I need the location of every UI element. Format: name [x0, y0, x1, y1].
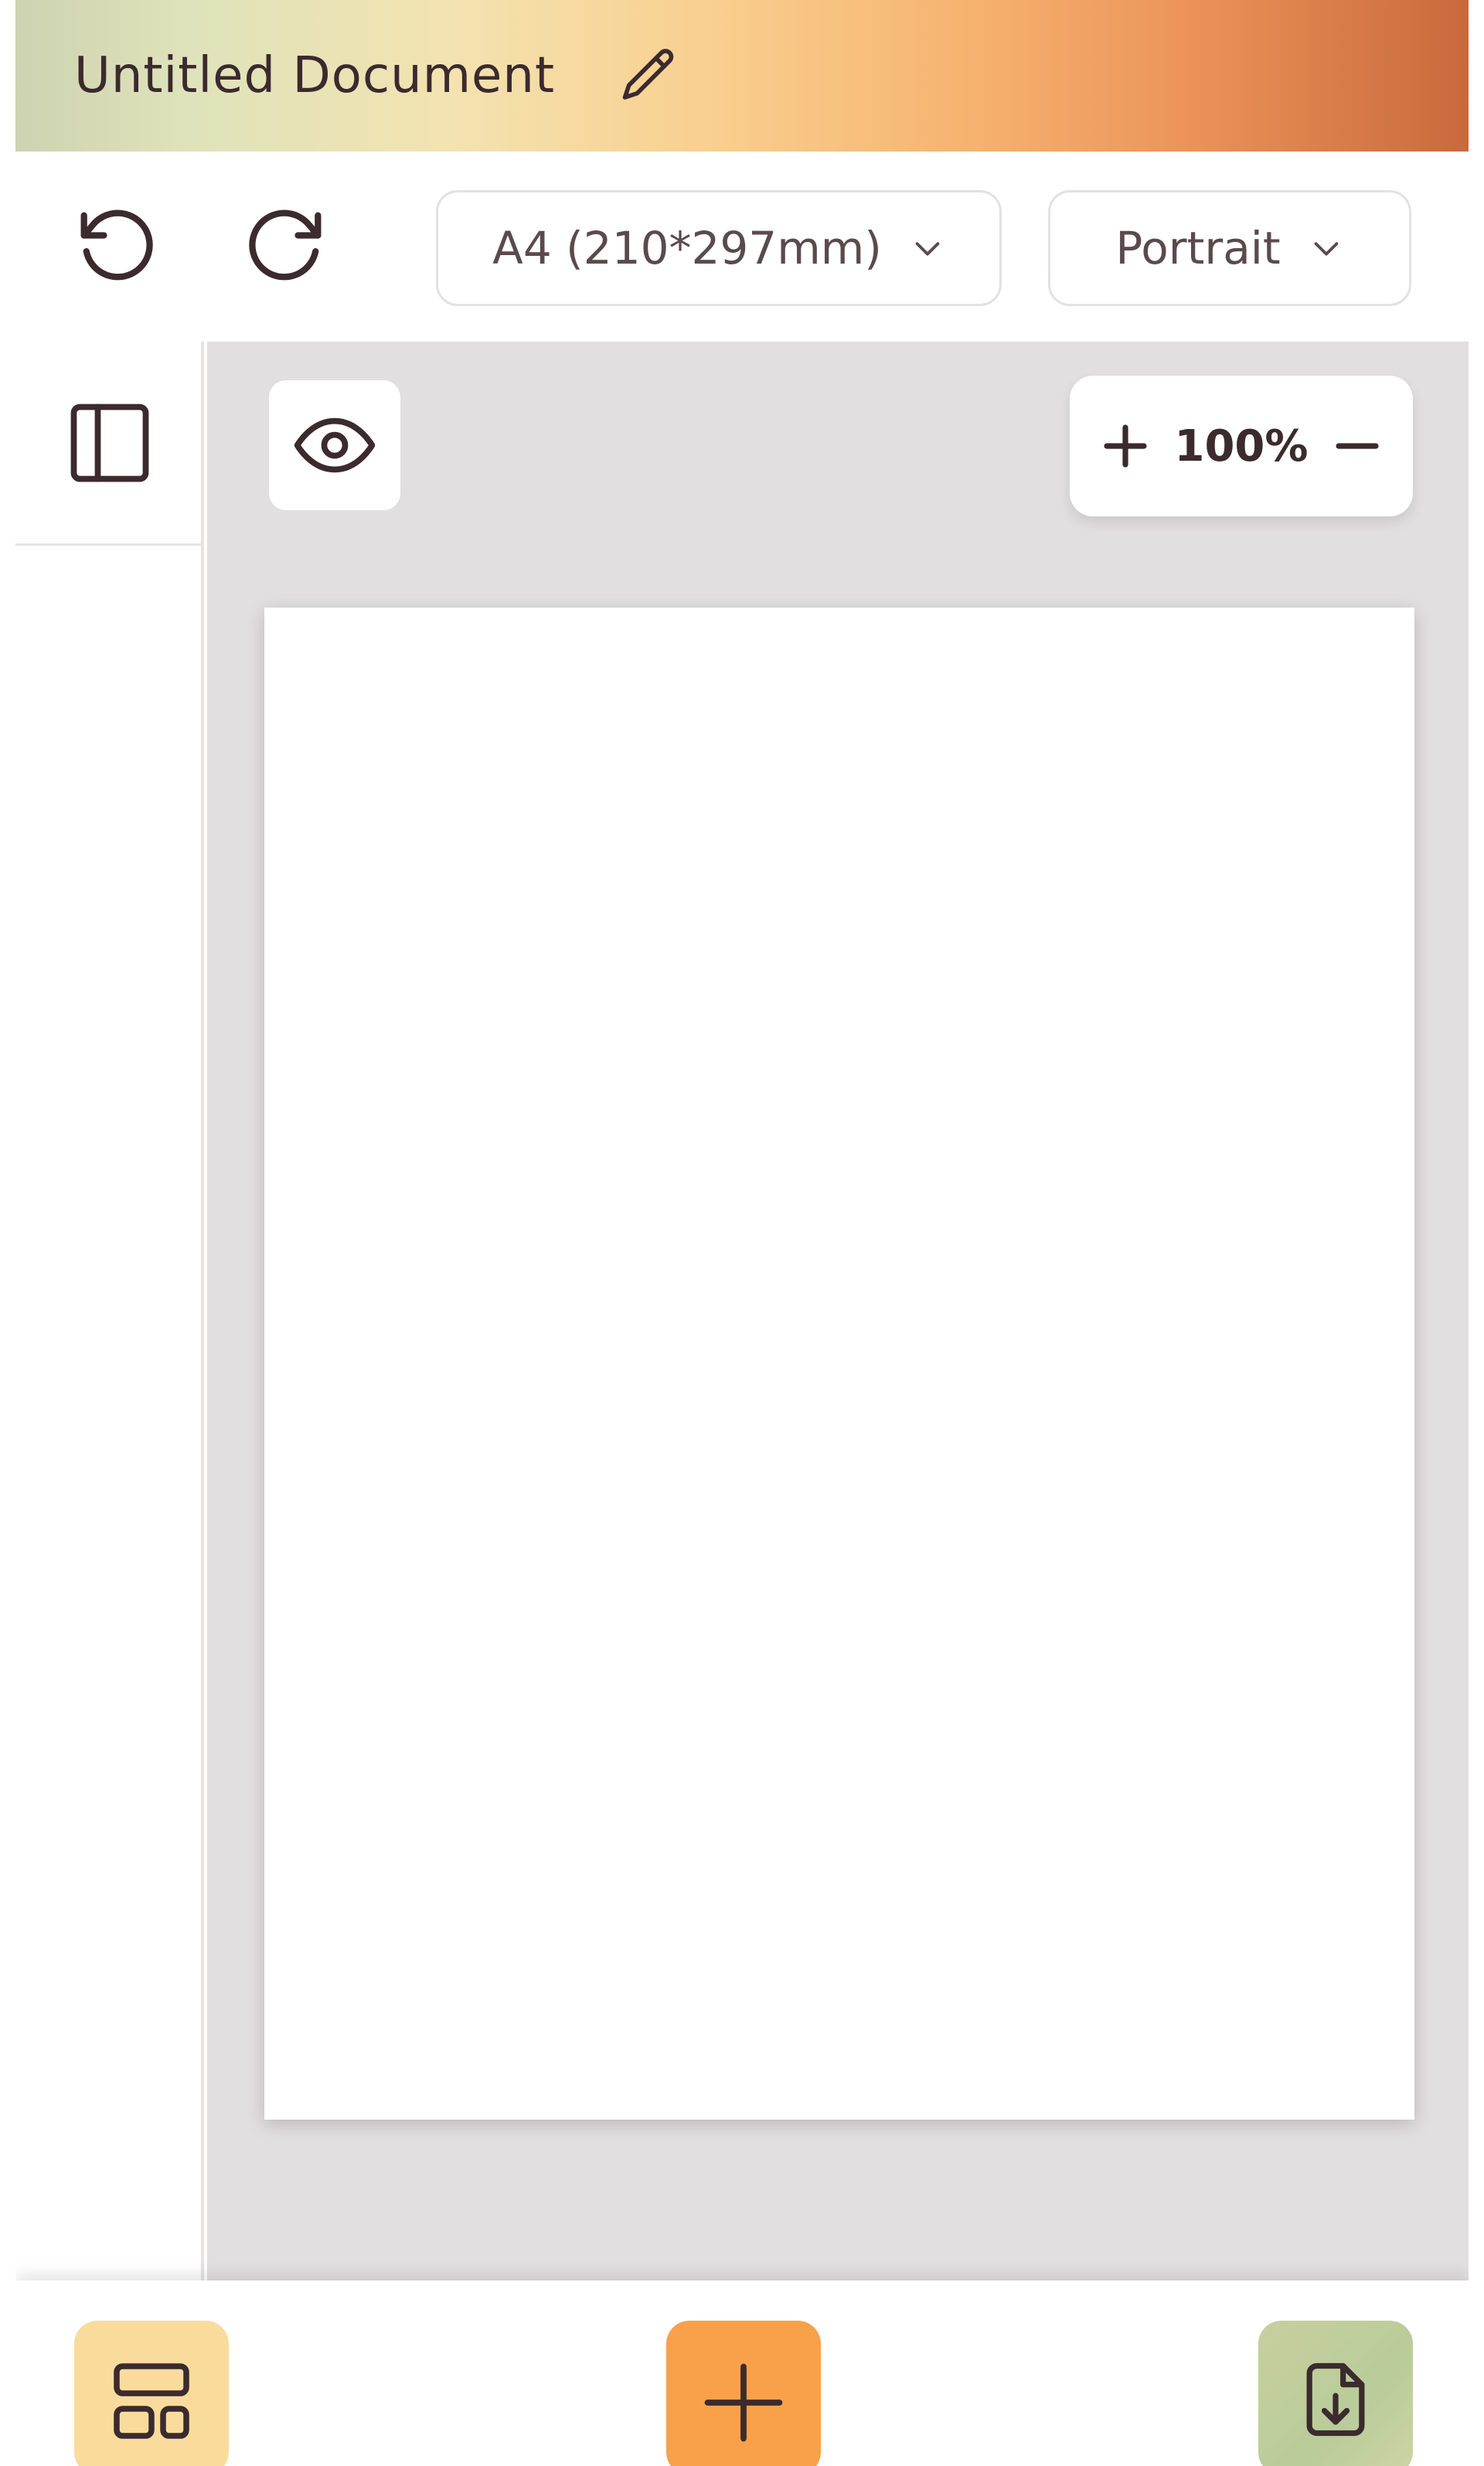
- file-download-icon: [1306, 2362, 1365, 2437]
- sidebar-toggle-button[interactable]: [15, 342, 204, 546]
- eye-icon: [294, 417, 376, 473]
- chevron-down-icon: [1309, 230, 1344, 266]
- redo-icon: [249, 209, 322, 281]
- document-title: Untitled Document: [74, 47, 556, 104]
- toolbar: A4 (210*297mm) Portrait: [15, 152, 1469, 342]
- document-page[interactable]: [264, 608, 1414, 2120]
- plus-icon: [704, 2363, 783, 2442]
- header-bar: Untitled Document: [15, 0, 1469, 152]
- minus-icon: [1336, 443, 1379, 449]
- edit-title-button[interactable]: [614, 40, 685, 111]
- pencil-icon: [622, 49, 674, 100]
- layout-icon: [114, 2363, 189, 2439]
- sidebar-panel-icon: [70, 404, 149, 482]
- bottom-action-bar: [15, 2280, 1469, 2466]
- zoom-in-button[interactable]: [1096, 417, 1155, 475]
- add-element-button[interactable]: [666, 2321, 821, 2466]
- layout-button[interactable]: [74, 2321, 229, 2466]
- orientation-value: Portrait: [1115, 222, 1281, 274]
- orientation-select[interactable]: Portrait: [1048, 190, 1411, 306]
- undo-icon: [80, 209, 153, 281]
- chevron-down-icon: [910, 230, 945, 266]
- left-sidebar: [15, 342, 204, 2280]
- undo-button[interactable]: [62, 193, 170, 301]
- canvas-area: 100%: [207, 342, 1469, 2280]
- redo-button[interactable]: [232, 193, 340, 301]
- preview-button[interactable]: [269, 380, 400, 510]
- paper-size-select[interactable]: A4 (210*297mm): [436, 190, 1002, 306]
- paper-size-value: A4 (210*297mm): [492, 222, 882, 274]
- export-button[interactable]: [1258, 2321, 1413, 2466]
- plus-icon: [1104, 424, 1147, 468]
- zoom-level: 100%: [1174, 421, 1309, 472]
- zoom-out-button[interactable]: [1328, 417, 1387, 475]
- zoom-control: 100%: [1070, 376, 1413, 516]
- document-editor: Untitled Document A4 (210*297mm) Portrai…: [15, 0, 1469, 2466]
